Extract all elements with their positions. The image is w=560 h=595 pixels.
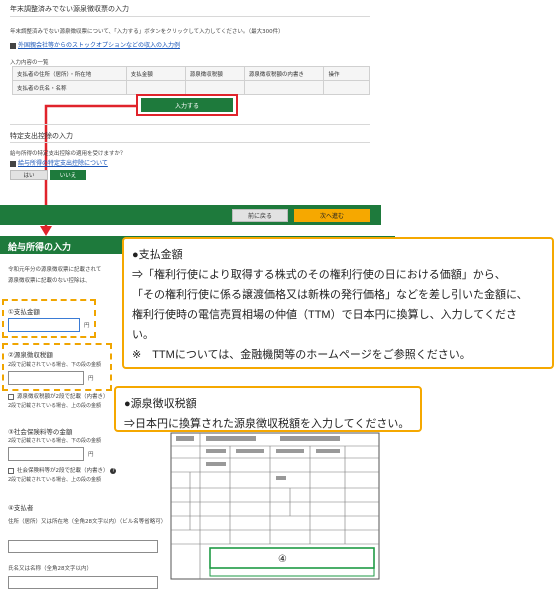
section-title-special: 特定支出控除の入力 xyxy=(10,132,73,140)
tax-callout-title: ●源泉徴収税額 xyxy=(124,398,197,410)
help-icon[interactable]: ? xyxy=(110,467,117,474)
payer-address-label: 住所（居所）又は所在地（全角28文字以内）（ビル名等省略可） xyxy=(8,519,167,525)
tax-unit: 円 xyxy=(88,376,94,382)
payer-address-input[interactable] xyxy=(8,540,158,553)
payment-callout: ●支払金額 ⇒「権利行使により取得する株式のその権利行使の日における価額」から、… xyxy=(122,237,554,369)
no-button[interactable]: いいえ xyxy=(50,170,86,180)
special-question: 給与所得の特定支出控除の適用を受けますか？ xyxy=(10,151,126,157)
payment-callout-title: ●支払金額 xyxy=(132,249,183,261)
payment-callout-line-3: 権利行使時の電信売買相場の仲値（TTM）で日本円に換算し、入力してくださ xyxy=(132,309,517,321)
payment-callout-line-4: い。 xyxy=(132,329,154,341)
social-insurance-input[interactable] xyxy=(8,447,84,461)
next-button[interactable]: 次へ進む xyxy=(294,209,370,222)
tax-callout-line: ⇒日本円に換算された源泉徴収税額を入力してください。 xyxy=(124,418,410,430)
social-inner-checkbox-row[interactable]: 社会保険料等が2段で記載（内書き） ? xyxy=(8,466,117,474)
divider xyxy=(10,124,370,125)
withholding-slip-image: ④ xyxy=(170,432,380,580)
payment-input[interactable] xyxy=(8,318,80,332)
tax-input[interactable] xyxy=(8,371,84,385)
form-intro-line-2: 源泉徴収票に記載のない控除は、 xyxy=(8,278,91,284)
tax-inner-note: 2段で記載されている場合、上の段の金額 xyxy=(8,403,102,409)
tax-inner-label: 源泉徴収税額が2段で記載（内書き） xyxy=(17,394,109,400)
social-insurance-label: ③社会保険料等の金額 xyxy=(8,428,73,436)
social-inner-checkbox[interactable] xyxy=(8,467,14,474)
back-button[interactable]: 前に戻る xyxy=(232,209,288,222)
form-intro-line-1: 令和元年分の源泉徴収票に記載されて xyxy=(8,267,102,273)
tax-inner-checkbox-row[interactable]: 源泉徴収税額が2段で記載（内書き） xyxy=(8,392,109,400)
payment-callout-line-1: ⇒「権利行使により取得する株式のその権利行使の日における価額」から、 xyxy=(132,269,506,281)
form-title: 給与所得の入力 xyxy=(8,243,72,253)
payment-label: ①支払金額 xyxy=(8,308,40,316)
social-insurance-unit: 円 xyxy=(88,452,94,458)
yes-button[interactable]: はい xyxy=(10,170,48,180)
payer-label: ④支払者 xyxy=(8,504,34,512)
special-link-row[interactable]: 給与所得の特定支出控除について xyxy=(10,158,108,167)
tax-label: ②源泉徴収税額 xyxy=(8,351,53,359)
payment-callout-line-5: ※ TTMについては、金融機関等のホームページをご参照ください。 xyxy=(132,349,471,361)
slip-marker-4: ④ xyxy=(278,554,287,565)
special-deduction-link[interactable]: 給与所得の特定支出控除について xyxy=(18,160,108,167)
divider xyxy=(10,142,370,143)
payment-unit: 円 xyxy=(84,323,90,329)
social-insurance-note: 2段で記載されている場合、下の段の金額 xyxy=(8,438,102,444)
social-inner-note: 2段で記載されている場合、上の段の金額 xyxy=(8,477,102,483)
social-inner-label: 社会保険料等が2段で記載（内書き） xyxy=(17,468,109,474)
payer-name-label: 氏名又は名称（全角28文字以内） xyxy=(8,566,92,572)
payer-name-input[interactable] xyxy=(8,576,158,589)
tax-note: 2段で記載されている場合、下の段の金額 xyxy=(8,362,102,368)
document-icon xyxy=(10,160,16,167)
tax-callout: ●源泉徴収税額 ⇒日本円に換算された源泉徴収税額を入力してください。 xyxy=(114,386,422,432)
payment-callout-line-2: 「その権利行使に係る譲渡価格又は新株の発行価格」などを差し引いた金額に、 xyxy=(132,289,528,301)
tax-inner-checkbox[interactable] xyxy=(8,393,14,400)
